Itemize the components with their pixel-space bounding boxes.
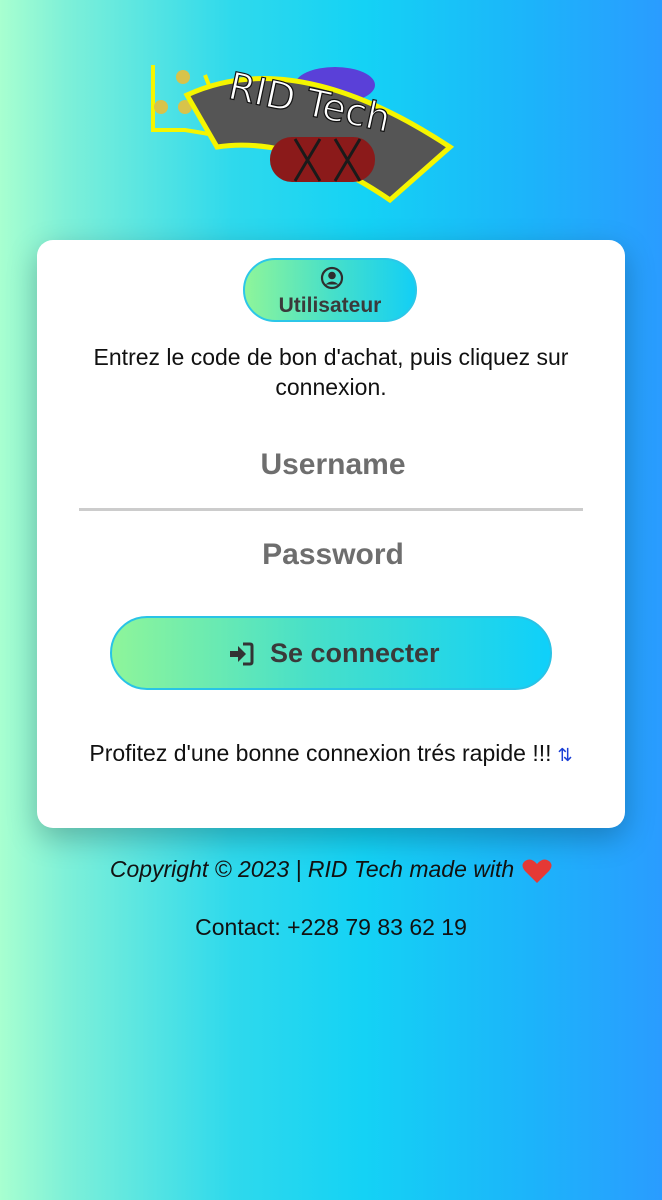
login-card: Utilisateur Entrez le code de bon d'acha…	[37, 240, 625, 828]
sort-arrows-icon: ⇅	[557, 745, 573, 765]
promo-line: Profitez d'une bonne connexion trés rapi…	[37, 740, 625, 767]
copyright-text: Copyright © 2023 | RID Tech made with	[109, 856, 515, 882]
contact-text: Contact: +228 79 83 62 19	[195, 914, 467, 940]
username-input[interactable]	[79, 434, 587, 496]
sign-in-icon	[228, 642, 254, 666]
user-circle-icon	[320, 266, 344, 290]
user-button-label: Utilisateur	[278, 294, 382, 317]
rid-tech-logo: RID Tech	[145, 55, 465, 215]
instruction-text: Entrez le code de bon d'achat, puis cliq…	[93, 344, 569, 400]
field-divider	[79, 508, 583, 511]
login-button-label: Se connecter	[270, 638, 440, 668]
user-button[interactable]: Utilisateur	[243, 258, 417, 322]
login-button[interactable]: Se connecter	[110, 616, 552, 690]
promo-text: Profitez d'une bonne connexion trés rapi…	[89, 740, 552, 766]
heart-icon	[522, 858, 552, 884]
copyright-line: Copyright © 2023 | RID Tech made with	[0, 856, 662, 884]
password-input[interactable]	[79, 524, 587, 586]
